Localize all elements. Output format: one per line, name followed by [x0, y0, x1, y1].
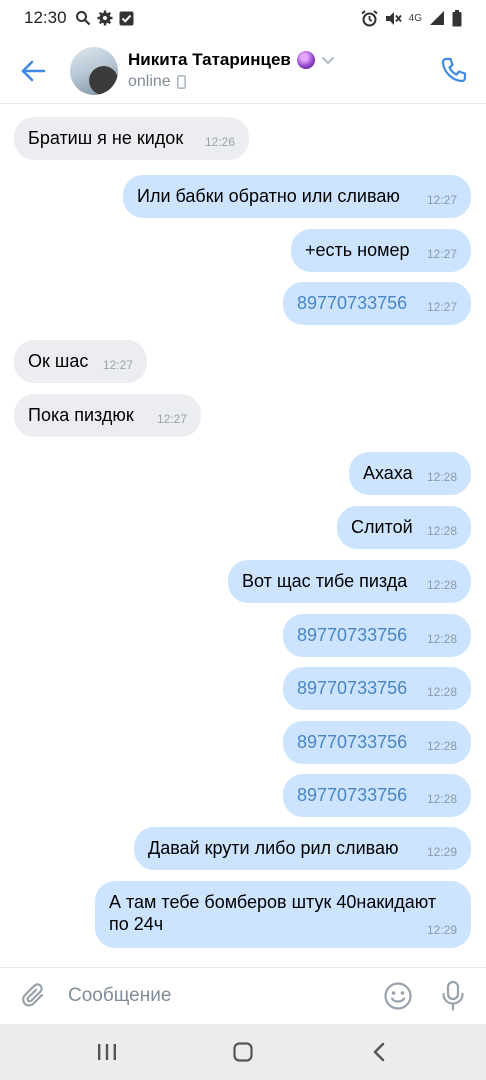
message-text: Давай крути либо рил сливаю — [148, 838, 399, 858]
message-time: 12:28 — [426, 792, 457, 806]
message-time: 12:28 — [426, 632, 457, 646]
message-input[interactable] — [60, 980, 360, 1012]
message-text: Вот щас тибе пизда — [242, 571, 408, 591]
system-back-button[interactable] — [364, 1038, 394, 1066]
contact-status: online — [128, 73, 171, 90]
incoming-message[interactable]: Братиш я не кидок 12:26 — [14, 117, 249, 160]
mute-icon — [385, 11, 402, 25]
attach-button[interactable] — [20, 982, 48, 1010]
message-time: 12:27 — [156, 412, 187, 426]
message-time: 12:27 — [102, 358, 133, 372]
checkbox-notification-icon — [119, 11, 134, 25]
outgoing-message[interactable]: А там тебе бомберов штук 40накидают по 2… — [95, 881, 471, 948]
phone-icon — [441, 57, 467, 83]
system-navigation-bar — [0, 1024, 486, 1080]
status-right-icons: 4G — [361, 9, 462, 27]
message-time: 12:28 — [426, 685, 457, 699]
message-text: А там тебе бомберов штук 40накидают по 2… — [109, 892, 437, 934]
outgoing-message[interactable]: Ахаха 12:28 — [349, 452, 471, 495]
back-icon — [373, 1042, 385, 1062]
message-time: 12:28 — [426, 578, 457, 592]
call-button[interactable] — [438, 54, 470, 86]
search-icon — [75, 11, 90, 26]
status-time: 12:30 — [24, 8, 67, 27]
recents-icon — [98, 1044, 116, 1060]
message-time: 12:29 — [426, 923, 457, 937]
emoji-icon — [384, 982, 412, 1010]
voice-message-button[interactable] — [440, 980, 466, 1012]
network-type-label: 4G — [408, 12, 422, 24]
outgoing-message[interactable]: 89770733756 12:28 — [283, 774, 471, 817]
recents-button[interactable] — [92, 1038, 122, 1066]
message-text: Братиш я не кидок — [28, 128, 184, 148]
back-arrow-icon — [21, 60, 46, 82]
outgoing-message[interactable]: Или бабки обратно или сливаю 12:27 — [123, 175, 471, 218]
composer — [0, 967, 486, 1024]
outgoing-message[interactable]: +есть номер 12:27 — [291, 229, 471, 272]
message-time: 12:27 — [426, 300, 457, 314]
outgoing-message[interactable]: Давай крути либо рил сливаю 12:29 — [134, 827, 471, 870]
chevron-down-icon — [321, 57, 334, 65]
home-button[interactable] — [228, 1038, 258, 1066]
outgoing-message[interactable]: 89770733756 12:28 — [283, 721, 471, 764]
home-icon — [233, 1042, 253, 1062]
incoming-message[interactable]: Пока пиздюк 12:27 — [14, 394, 201, 437]
message-time: 12:26 — [204, 135, 235, 149]
mobile-online-icon — [176, 75, 186, 89]
message-time: 12:27 — [426, 247, 457, 261]
outgoing-message[interactable]: 89770733756 12:28 — [283, 614, 471, 657]
status-bar: 12:30 4G — [0, 0, 486, 36]
outgoing-message[interactable]: Вот щас тибе пизда 12:28 — [228, 560, 471, 603]
battery-icon — [452, 9, 462, 26]
message-text: +есть номер — [305, 240, 410, 260]
back-button[interactable] — [18, 56, 48, 86]
outgoing-message[interactable]: 89770733756 12:27 — [283, 282, 471, 325]
message-text: Слитой — [351, 517, 413, 537]
status-left-icons — [75, 10, 134, 26]
phone-number-link[interactable]: 89770733756 — [297, 624, 407, 646]
contact-name: Никита Татаринцев — [128, 50, 291, 69]
avatar[interactable] — [70, 47, 118, 95]
microphone-icon — [442, 980, 464, 1011]
outgoing-message[interactable]: 89770733756 12:28 — [283, 667, 471, 710]
message-time: 12:29 — [426, 845, 457, 859]
phone-number-link[interactable]: 89770733756 — [297, 784, 407, 806]
contact-info[interactable]: Никита Татаринцев online — [128, 50, 335, 91]
message-time: 12:28 — [426, 739, 457, 753]
incoming-message[interactable]: Ок шас 12:27 — [14, 340, 147, 383]
settings-gear-icon — [97, 10, 113, 26]
message-list[interactable]: Братиш я не кидок 12:26 Или бабки обратно … — [0, 105, 486, 967]
message-time: 12:27 — [426, 193, 457, 207]
phone-number-link[interactable]: 89770733756 — [297, 292, 407, 314]
phone-number-link[interactable]: 89770733756 — [297, 677, 407, 699]
message-text: Пока пиздюк — [28, 405, 134, 425]
alarm-icon — [361, 9, 378, 26]
crystal-ball-emoji-icon — [296, 51, 315, 69]
emoji-button[interactable] — [383, 981, 413, 1011]
signal-icon — [430, 11, 444, 25]
phone-number-link[interactable]: 89770733756 — [297, 731, 407, 753]
message-text: Ахаха — [363, 463, 413, 483]
message-text: Или бабки обратно или сливаю — [137, 186, 400, 206]
chat-header: Никита Татаринцев online — [0, 36, 486, 104]
paperclip-icon — [22, 983, 44, 1007]
message-time: 12:28 — [426, 524, 457, 538]
message-text: Ок шас — [28, 351, 89, 371]
outgoing-message[interactable]: Слитой 12:28 — [337, 506, 471, 549]
message-time: 12:28 — [426, 470, 457, 484]
